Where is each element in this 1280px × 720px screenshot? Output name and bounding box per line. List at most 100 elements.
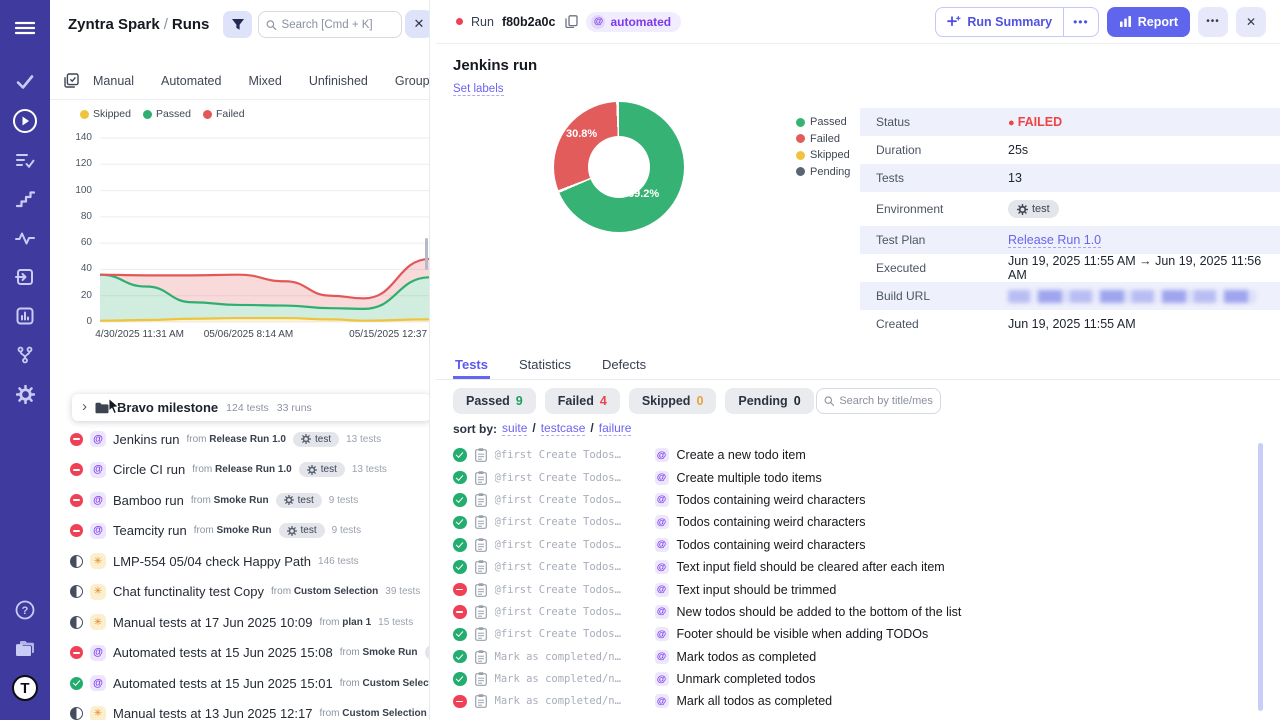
tests-search: [816, 388, 941, 414]
status-filter-chip[interactable]: Passed 9: [453, 388, 536, 414]
close-run-button[interactable]: ✕: [1236, 7, 1266, 37]
y-axis-tick: 80: [50, 211, 92, 222]
info-value: FAILED FAILED: [1008, 115, 1062, 129]
gear-icon: [16, 385, 35, 404]
status-filter-chip[interactable]: Skipped 0: [629, 388, 717, 414]
run-source: from Custom Selection: [319, 708, 426, 719]
clipboard-icon: [475, 627, 487, 641]
automated-badge[interactable]: @ automated: [586, 12, 681, 32]
runs-filter-tab[interactable]: Manual: [93, 74, 134, 88]
runs-filter-tab[interactable]: Unfinished: [309, 74, 368, 88]
run-source: from Smoke Run: [191, 495, 269, 506]
test-list-item[interactable]: @first Create Todos… Todos containing we…: [436, 489, 1256, 511]
run-list-item[interactable]: Manual tests at 13 Jun 2025 12:17 from C…: [50, 699, 430, 720]
run-list-item[interactable]: Circle CI run from Release Run 1.0 test …: [50, 455, 430, 486]
copy-icon[interactable]: [565, 15, 578, 28]
run-list-item[interactable]: Manual tests at 17 Jun 2025 10:09 from p…: [50, 607, 430, 638]
info-row: Status FAILED FAILED: [860, 108, 1280, 136]
test-list-item[interactable]: @first Create Todos… Create a new todo i…: [436, 444, 1256, 466]
env-badge: test: [425, 645, 430, 660]
runs-filter-tab[interactable]: Mixed: [248, 74, 281, 88]
projects-button[interactable]: [8, 634, 42, 664]
chip-label: Passed: [466, 394, 510, 408]
run-detail-tab[interactable]: Statistics: [517, 352, 573, 379]
right-scrollbar-thumb[interactable]: [1258, 443, 1263, 711]
sidebar-item-runs[interactable]: [8, 106, 42, 136]
run-label: Run: [471, 15, 494, 29]
sidebar-item-milestones[interactable]: [8, 184, 42, 214]
sidebar-item-import[interactable]: [8, 262, 42, 292]
test-list-item[interactable]: @first Create Todos… Create multiple tod…: [436, 466, 1256, 488]
legend-label: Pending: [810, 166, 850, 178]
test-suite: @first Create Todos…: [495, 561, 647, 573]
left-scrollbar-thumb[interactable]: [425, 238, 428, 270]
sort-option-link[interactable]: testcase: [541, 421, 586, 436]
run-list-item[interactable]: LMP-554 05/04 check Happy Path from 146 …: [50, 546, 430, 577]
test-list-item[interactable]: @first Create Todos… Text input should b…: [436, 578, 1256, 600]
chevron-right-icon[interactable]: ›: [82, 399, 87, 414]
chip-count: 9: [516, 394, 523, 408]
milestone-tests-count: 124 tests: [226, 402, 269, 414]
sidebar-item-branches[interactable]: [8, 340, 42, 370]
run-summary-button[interactable]: Run Summary: [936, 8, 1063, 36]
breadcrumb: Zyntra Spark/Runs: [68, 16, 209, 33]
donut-legend-item: Passed: [796, 114, 850, 131]
sort-option-link[interactable]: failure: [599, 421, 632, 436]
sidebar-item-tests[interactable]: [8, 67, 42, 97]
run-list-item[interactable]: Bamboo run from Smoke Run test 9 tests: [50, 485, 430, 516]
test-list-item[interactable]: Mark as completed/n… Mark all todos as c…: [436, 690, 1256, 712]
at-icon: @: [591, 15, 605, 29]
app-logo[interactable]: T: [8, 673, 42, 703]
run-detail-tab[interactable]: Defects: [600, 352, 648, 379]
sidebar-item-plans[interactable]: [8, 145, 42, 175]
gear-icon: [287, 526, 297, 536]
run-list-item[interactable]: Jenkins run from Release Run 1.0 test 13…: [50, 424, 430, 455]
project-name[interactable]: Zyntra Spark: [68, 16, 160, 33]
milestone-row[interactable]: › Bravo milestone 124 tests 33 runs: [72, 394, 430, 421]
run-list-item[interactable]: Chat functinality test Copy from Custom …: [50, 577, 430, 608]
runs-filter-tab[interactable]: Automated: [161, 74, 221, 88]
page-title: Runs: [172, 16, 210, 33]
clipboard-icon: [475, 605, 487, 619]
more-options-button[interactable]: •••: [1198, 7, 1228, 37]
test-list-item[interactable]: Mark as completed/n… Mark todos as compl…: [436, 646, 1256, 668]
legend-dot: [796, 151, 805, 160]
run-detail-tabs: Tests Statistics Defects: [436, 352, 1280, 380]
test-list-item[interactable]: Mark as completed/n… Unmark completed to…: [436, 668, 1256, 690]
test-suite: @first Create Todos…: [495, 472, 647, 484]
run-source: from Custom Selection: [340, 678, 430, 689]
tests-search-input[interactable]: [839, 395, 933, 407]
sidebar-item-pulse[interactable]: [8, 223, 42, 253]
filter-button[interactable]: [223, 11, 252, 38]
list-check-icon: [15, 152, 35, 169]
test-suite: @first Create Todos…: [495, 494, 647, 506]
run-summary-more-button[interactable]: •••: [1063, 8, 1098, 36]
run-detail-tab[interactable]: Tests: [453, 352, 490, 379]
sort-option-link[interactable]: suite: [502, 421, 527, 436]
test-title: Todos containing weird characters: [677, 493, 866, 507]
status-filter-chip[interactable]: Failed 4: [545, 388, 620, 414]
select-all-icon[interactable]: [64, 73, 79, 88]
info-value: Jun 19, 2025 11:55 AM → Jun 19, 2025 11:…: [1008, 254, 1280, 282]
runs-filter-tab[interactable]: Groups: [395, 74, 430, 88]
run-list-item[interactable]: Teamcity run from Smoke Run test 9 tests: [50, 516, 430, 547]
test-list-item[interactable]: @first Create Todos… Footer should be vi…: [436, 623, 1256, 645]
run-list-item[interactable]: Automated tests at 15 Jun 2025 15:08 fro…: [50, 638, 430, 669]
status-filter-chip[interactable]: Pending 0: [725, 388, 813, 414]
test-list-item[interactable]: @first Create Todos… Text input field sh…: [436, 556, 1256, 578]
git-branch-icon: [15, 345, 35, 365]
set-labels-link[interactable]: Set labels: [453, 83, 504, 96]
report-button[interactable]: Report: [1107, 7, 1190, 37]
menu-button[interactable]: [8, 13, 42, 43]
sparkle-icon: [947, 16, 961, 27]
run-kind-icon: [90, 523, 106, 539]
sidebar-item-settings[interactable]: [8, 379, 42, 409]
runs-search-input[interactable]: [282, 19, 394, 31]
sidebar-item-analytics[interactable]: [8, 301, 42, 331]
test-list-item[interactable]: @first Create Todos… Todos containing we…: [436, 511, 1256, 533]
help-button[interactable]: ?: [8, 595, 42, 625]
test-list-item[interactable]: @first Create Todos… Todos containing we…: [436, 534, 1256, 556]
close-panel-button[interactable]: ✕: [405, 10, 430, 38]
test-list-item[interactable]: @first Create Todos… New todos should be…: [436, 601, 1256, 623]
run-list-item[interactable]: Automated tests at 15 Jun 2025 15:01 fro…: [50, 668, 430, 699]
